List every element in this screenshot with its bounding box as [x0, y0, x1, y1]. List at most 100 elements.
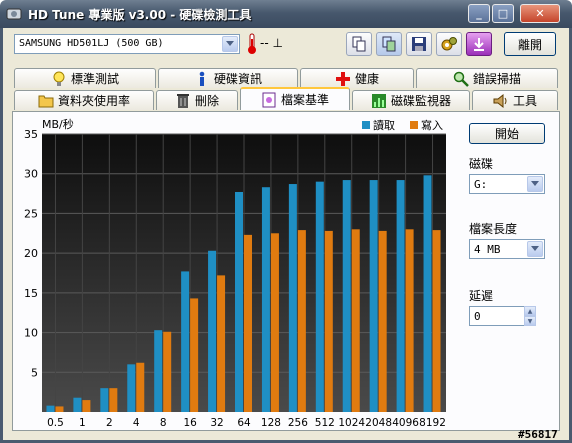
chevron-down-icon[interactable]	[222, 36, 238, 52]
bar-read	[315, 181, 324, 412]
chevron-down-icon[interactable]	[527, 241, 543, 257]
x-tick-label: 32	[210, 417, 223, 429]
x-tick-label: 2	[106, 417, 113, 429]
save-button[interactable]	[406, 32, 432, 56]
spin-down-icon[interactable]: ▼	[524, 316, 536, 326]
exit-button[interactable]: 離開	[504, 32, 556, 56]
download-update-button[interactable]	[466, 32, 492, 56]
tab-erase[interactable]: 刪除	[156, 90, 238, 110]
legend-read-label: 讀取	[373, 118, 395, 132]
y-tick-label: 15	[24, 287, 38, 300]
tab-error-scan[interactable]: 錯誤掃描	[416, 68, 558, 88]
tab-info[interactable]: 硬碟資訊	[158, 68, 298, 88]
y-axis-ticks: 5 10 15 20 25 30 35	[24, 128, 38, 379]
file-length-select-value: 4 MB	[474, 243, 501, 256]
x-tick-label: 2048	[365, 417, 392, 429]
y-axis-label: MB/秒	[42, 117, 74, 131]
bar-write	[297, 230, 306, 412]
copy-screenshot-button[interactable]	[376, 32, 402, 56]
spin-up-icon[interactable]: ▲	[524, 306, 536, 316]
magnifier-icon	[453, 71, 469, 87]
start-button[interactable]: 開始	[469, 123, 545, 144]
bar-write	[190, 298, 199, 412]
disk-select[interactable]: G:	[469, 174, 545, 194]
maximize-button[interactable]: □	[492, 4, 514, 23]
x-tick-label: 128	[261, 417, 281, 429]
bar-read	[208, 250, 217, 412]
title-bar: HD Tune 專業版 v3.00 - 硬碟檢測工具 _ □ ✕	[0, 0, 572, 28]
bar-read	[342, 180, 351, 412]
disk-label: 磁碟	[469, 157, 494, 171]
window-title: HD Tune 專業版 v3.00 - 硬碟檢測工具	[28, 8, 252, 22]
gears-icon	[441, 37, 457, 51]
y-tick-label: 25	[24, 207, 38, 220]
drive-select-value: SAMSUNG HD501LJ (500 GB)	[19, 38, 164, 49]
temperature-value: -- ⊥	[260, 36, 283, 50]
file-length-label: 檔案長度	[469, 222, 518, 236]
thermometer-icon	[248, 33, 256, 54]
bar-read	[369, 180, 378, 412]
folder-icon	[38, 93, 54, 109]
bar-write	[55, 406, 64, 412]
bar-write	[109, 388, 118, 412]
x-tick-label: 256	[288, 417, 308, 429]
bar-read	[261, 187, 270, 412]
hdtune-app-icon	[6, 8, 22, 20]
tab-health[interactable]: 健康	[300, 68, 414, 88]
x-tick-label: 64	[237, 417, 251, 429]
info-icon	[194, 71, 210, 87]
x-tick-label: 1	[79, 417, 86, 429]
options-button[interactable]	[436, 32, 462, 56]
tab-file-benchmark[interactable]: 檔案基準	[240, 87, 350, 110]
floppy-disk-icon	[412, 37, 426, 51]
bar-write	[351, 229, 360, 412]
tab-tools[interactable]: 工具	[472, 90, 558, 110]
bar-read	[181, 271, 190, 412]
file-length-select[interactable]: 4 MB	[469, 239, 545, 259]
bar-read	[127, 364, 136, 412]
bar-read	[288, 184, 297, 412]
minimize-button[interactable]: _	[468, 4, 490, 23]
legend-write-swatch	[410, 121, 418, 129]
legend-read-swatch	[362, 121, 370, 129]
tab-folder-usage[interactable]: 資料夾使用率	[14, 90, 154, 110]
bar-write	[405, 229, 414, 412]
drive-select[interactable]: SAMSUNG HD501LJ (500 GB)	[14, 34, 240, 54]
tab-benchmark[interactable]: 標準測試	[14, 68, 156, 88]
delay-input[interactable]: 0	[469, 306, 525, 326]
x-tick-label: 512	[315, 417, 335, 429]
x-tick-label: 16	[183, 417, 197, 429]
speaker-icon	[493, 93, 509, 109]
bar-read	[46, 405, 55, 412]
x-tick-label: 8	[160, 417, 167, 429]
bar-write	[244, 234, 252, 412]
copy-text-button[interactable]	[346, 32, 372, 56]
copy-image-icon	[382, 36, 396, 52]
x-tick-label: 4096	[392, 417, 419, 429]
tab-disk-monitor[interactable]: 磁碟監視器	[352, 90, 470, 110]
bar-write	[378, 230, 387, 412]
bulb-icon	[51, 71, 67, 87]
bar-write	[136, 362, 145, 412]
bar-write	[217, 275, 226, 412]
bar-read	[235, 191, 243, 412]
delay-input-value: 0	[474, 310, 481, 323]
close-button[interactable]: ✕	[520, 4, 560, 23]
x-axis-ticks: 0.5 1 2 4 8 16 32 64 128 256 512 1024 2048 4096 8192	[47, 417, 446, 429]
chart-legend: 讀取 寫入	[362, 118, 443, 132]
bar-write	[324, 230, 333, 412]
copy-icon	[352, 36, 366, 52]
delay-spinner[interactable]: ▲ ▼	[524, 306, 536, 326]
download-arrow-icon	[474, 38, 484, 51]
monitor-chart-icon	[371, 93, 387, 109]
watermark: #56817	[518, 428, 558, 441]
bar-write	[270, 233, 279, 412]
bar-read	[100, 388, 109, 412]
bar-write	[432, 230, 441, 412]
bar-write	[163, 331, 172, 412]
bar-read	[154, 330, 163, 412]
y-tick-label: 30	[24, 168, 38, 181]
bar-write	[82, 400, 91, 412]
x-tick-label: 1024	[338, 417, 365, 429]
chevron-down-icon[interactable]	[527, 176, 543, 192]
